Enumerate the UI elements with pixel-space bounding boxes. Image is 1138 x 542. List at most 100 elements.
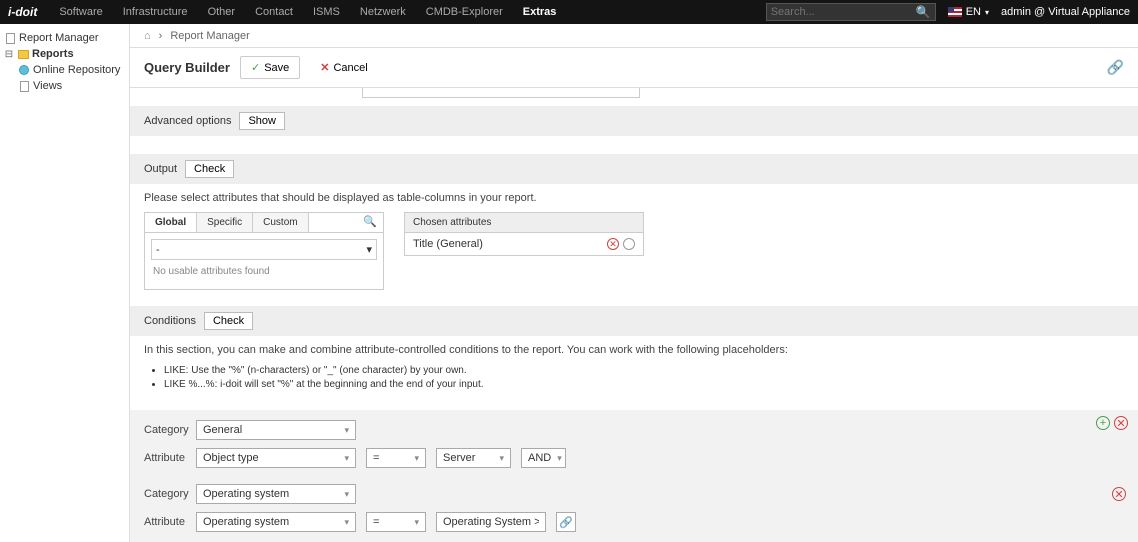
link-button[interactable]: 🔗 bbox=[556, 512, 576, 532]
operator-select-2[interactable]: = ▾ bbox=[366, 512, 426, 532]
tab-specific[interactable]: Specific bbox=[197, 213, 253, 232]
attribute-selector-box: Global Specific Custom 🔍 - ▾ No usable a… bbox=[144, 212, 384, 290]
permalink-icon[interactable]: 🔗 bbox=[1107, 59, 1124, 76]
sidebar-reports-label: Reports bbox=[32, 48, 74, 60]
chevron-down-icon: ▾ bbox=[499, 453, 504, 464]
conditions-check-button[interactable]: Check bbox=[204, 312, 253, 330]
nav-cmdb-explorer[interactable]: CMDB-Explorer bbox=[416, 0, 513, 24]
doc-icon bbox=[20, 81, 29, 92]
output-hint: Please select attributes that should be … bbox=[144, 192, 1124, 204]
globe-icon bbox=[19, 65, 29, 75]
top-nav: Software Infrastructure Other Contact IS… bbox=[49, 0, 566, 24]
radio-icon[interactable] bbox=[623, 238, 635, 250]
sidebar-root-label: Report Manager bbox=[19, 32, 99, 44]
nav-contact[interactable]: Contact bbox=[245, 0, 303, 24]
language-selector[interactable]: EN ▾ bbox=[948, 6, 989, 18]
chevron-down-icon: ▾ bbox=[344, 453, 349, 464]
advanced-show-button[interactable]: Show bbox=[239, 112, 285, 130]
remove-row-icon[interactable]: ✕ bbox=[1112, 487, 1126, 501]
search-icon[interactable]: 🔍 bbox=[916, 5, 931, 19]
advanced-label: Advanced options bbox=[144, 115, 231, 127]
nav-isms[interactable]: ISMS bbox=[303, 0, 350, 24]
attribute-dropdown-value: - bbox=[156, 244, 160, 256]
x-icon: ✕ bbox=[320, 61, 329, 74]
nav-other[interactable]: Other bbox=[198, 0, 246, 24]
doc-icon bbox=[6, 33, 15, 44]
nav-extras[interactable]: Extras bbox=[513, 0, 567, 24]
chevron-down-icon: ▾ bbox=[414, 453, 419, 464]
attribute-label: Attribute bbox=[144, 452, 186, 464]
cancel-button[interactable]: ✕ Cancel bbox=[310, 57, 377, 78]
placeholder-hint-2: LIKE %...%: i-doit will set "%" at the b… bbox=[164, 378, 1124, 392]
collapse-icon[interactable]: ⊟ bbox=[4, 49, 14, 60]
category-value: Operating system bbox=[203, 488, 289, 500]
logic-value: AND bbox=[528, 452, 551, 464]
attribute-label: Attribute bbox=[144, 516, 186, 528]
placeholder-hint-1: LIKE: Use the "%" (n-characters) or "_" … bbox=[164, 364, 1124, 378]
chosen-item-label: Title (General) bbox=[413, 238, 483, 250]
chevron-down-icon: ▾ bbox=[414, 517, 419, 528]
save-button[interactable]: ✓ Save bbox=[240, 56, 300, 79]
category-value: General bbox=[203, 424, 242, 436]
sidebar-online-label: Online Repository bbox=[33, 64, 120, 76]
value-input-2[interactable]: Operating System >> Microso bbox=[436, 512, 546, 532]
sidebar-root[interactable]: Report Manager bbox=[4, 30, 125, 46]
value-select-1[interactable]: Server ▾ bbox=[436, 448, 511, 468]
operator-select-1[interactable]: = ▾ bbox=[366, 448, 426, 468]
category-select-2[interactable]: Operating system ▾ bbox=[196, 484, 356, 504]
chevron-down-icon: ▾ bbox=[557, 453, 562, 464]
attribute-value: Operating system bbox=[203, 516, 289, 528]
chevron-down-icon: ▾ bbox=[985, 8, 989, 17]
attribute-value: Object type bbox=[203, 452, 259, 464]
chevron-down-icon: ▾ bbox=[344, 425, 349, 436]
logic-select-1[interactable]: AND ▾ bbox=[521, 448, 566, 468]
no-attributes-text: No usable attributes found bbox=[151, 260, 377, 283]
nav-software[interactable]: Software bbox=[49, 0, 112, 24]
search-input[interactable] bbox=[771, 6, 916, 18]
condition-block-1: + ✕ Category General ▾ Attribute Object … bbox=[130, 410, 1138, 542]
chevron-down-icon: ▾ bbox=[344, 517, 349, 528]
remove-icon[interactable]: ✕ bbox=[607, 238, 619, 250]
sidebar-views-label: Views bbox=[33, 80, 62, 92]
value-text: Operating System >> Microso bbox=[443, 516, 539, 528]
add-row-icon[interactable]: + bbox=[1096, 416, 1110, 430]
user-info[interactable]: admin @ Virtual Appliance bbox=[1001, 6, 1130, 18]
tab-search-icon[interactable]: 🔍 bbox=[357, 213, 383, 232]
attribute-dropdown[interactable]: - ▾ bbox=[151, 239, 377, 260]
category-select-1[interactable]: General ▾ bbox=[196, 420, 356, 440]
logo: i-doit bbox=[8, 5, 37, 19]
value-value: Server bbox=[443, 452, 475, 464]
output-check-button[interactable]: Check bbox=[185, 160, 234, 178]
output-label: Output bbox=[144, 163, 177, 175]
save-label: Save bbox=[264, 62, 289, 74]
tab-global[interactable]: Global bbox=[145, 213, 197, 232]
chevron-right-icon: › bbox=[159, 30, 163, 42]
page-title: Query Builder bbox=[144, 60, 230, 75]
home-icon[interactable]: ⌂ bbox=[144, 30, 151, 42]
search-box[interactable]: 🔍 bbox=[766, 3, 936, 21]
sidebar: Report Manager ⊟ Reports Online Reposito… bbox=[0, 24, 130, 542]
category-label: Category bbox=[144, 424, 186, 436]
remove-block-icon[interactable]: ✕ bbox=[1114, 416, 1128, 430]
chosen-item[interactable]: Title (General) ✕ bbox=[405, 233, 643, 255]
tab-custom[interactable]: Custom bbox=[253, 213, 308, 232]
nav-netzwerk[interactable]: Netzwerk bbox=[350, 0, 416, 24]
operator-value: = bbox=[373, 516, 379, 528]
attribute-select-1[interactable]: Object type ▾ bbox=[196, 448, 356, 468]
nav-infrastructure[interactable]: Infrastructure bbox=[113, 0, 198, 24]
category-label: Category bbox=[144, 488, 186, 500]
flag-icon bbox=[948, 7, 962, 17]
folder-icon bbox=[18, 50, 29, 59]
sidebar-online-repo[interactable]: Online Repository bbox=[4, 62, 125, 78]
attribute-select-2[interactable]: Operating system ▾ bbox=[196, 512, 356, 532]
conditions-label: Conditions bbox=[144, 315, 196, 327]
chosen-attributes-box: Chosen attributes Title (General) ✕ bbox=[404, 212, 644, 256]
chevron-down-icon: ▾ bbox=[344, 489, 349, 500]
sidebar-views[interactable]: Views bbox=[4, 78, 125, 94]
sidebar-reports[interactable]: ⊟ Reports bbox=[4, 46, 125, 62]
textarea-stub[interactable] bbox=[362, 88, 640, 98]
breadcrumb-item[interactable]: Report Manager bbox=[170, 30, 250, 42]
operator-value: = bbox=[373, 452, 379, 464]
cancel-label: Cancel bbox=[333, 62, 367, 74]
check-icon: ✓ bbox=[251, 61, 260, 74]
